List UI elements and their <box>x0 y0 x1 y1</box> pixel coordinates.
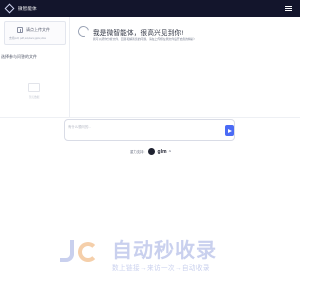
file-sidebar: 请点上传文件 支持pdf, pdf,xd,docx,pptx,xlsx 选择参与… <box>0 17 70 117</box>
select-files-hint: 选择参与问答的文件 <box>1 54 37 59</box>
send-button[interactable] <box>225 125 234 136</box>
watermark-subtitle: 数上链接→来访一次→自动收录 <box>112 265 210 272</box>
upload-file-icon <box>17 27 23 33</box>
upload-formats: 支持pdf, pdf,xd,docx,pptx,xlsx <box>9 36 46 40</box>
assistant-logo-icon <box>75 23 92 40</box>
logo-icon <box>4 3 15 14</box>
powered-by: 重力支持: glm AI <box>130 148 171 155</box>
welcome-title: 我是微智能体，很高兴见到你! <box>93 30 184 37</box>
watermark-logo-icon <box>60 240 104 266</box>
chat-input-bar <box>64 119 235 141</box>
welcome-description: 我可以帮你分析文件、回答和解答您的问题，请在上传框左侧文件后开启您的精彩! <box>93 37 195 41</box>
watermark-j-shape <box>60 240 74 262</box>
brand-name: glm <box>157 148 167 155</box>
chat-input[interactable] <box>68 123 218 131</box>
menu-icon-line <box>285 10 292 12</box>
brand-suffix: AI <box>168 150 172 153</box>
upload-area[interactable]: 请点上传文件 支持pdf, pdf,xd,docx,pptx,xlsx <box>4 21 66 45</box>
empty-text: 暂无数据 <box>29 96 40 99</box>
menu-icon-line <box>285 5 292 7</box>
watermark: 自动秒收录 数上链接→来访一次→自动收录 <box>0 232 300 278</box>
send-icon <box>227 128 232 133</box>
powered-label: 重力支持: <box>130 150 145 154</box>
watermark-title: 自动秒收录 <box>112 240 217 262</box>
top-bar: 微智能体 <box>0 0 300 17</box>
menu-icon-line <box>285 8 292 9</box>
watermark-c-shape <box>78 242 98 262</box>
empty-box-icon <box>28 83 40 92</box>
upload-label: 请点上传文件 <box>26 27 50 32</box>
app-title: 微智能体 <box>18 5 37 11</box>
menu-button[interactable] <box>285 4 294 13</box>
divider <box>0 117 300 118</box>
glm-logo-icon <box>147 148 155 155</box>
upload-row: 请点上传文件 <box>17 27 50 33</box>
